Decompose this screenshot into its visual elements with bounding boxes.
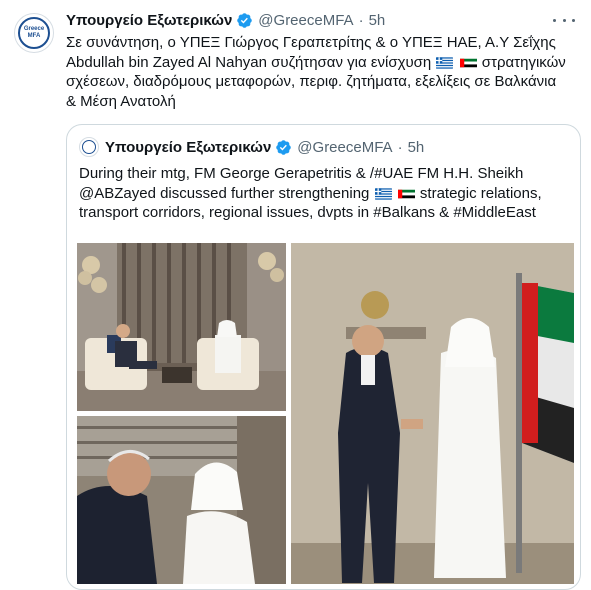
quoted-tweet-card[interactable]: Υπουργείο Εξωτερικών @GreeceMFA · 5h Dur… <box>66 124 581 590</box>
tweet-time[interactable]: 5h <box>369 12 386 29</box>
greece-flag-icon <box>436 56 454 69</box>
author-name[interactable]: Υπουργείο Εξωτερικών <box>66 12 232 29</box>
quoted-tweet-text: During their mtg, FM George Gerapetritis… <box>79 164 574 223</box>
more-dot <box>553 18 556 22</box>
conversation-photo[interactable] <box>77 416 286 584</box>
quoted-author-avatar[interactable] <box>79 137 99 157</box>
tweet-text: Σε συνάντηση, ο ΥΠΕΞ Γιώργος Γεραπετρίτη… <box>66 33 566 111</box>
avatar-text-2: MFA <box>27 33 41 39</box>
quoted-author-name[interactable]: Υπουργείο Εξωτερικών <box>105 139 271 156</box>
more-dot <box>572 18 575 22</box>
separator-dot: · <box>358 11 364 29</box>
quoted-tweet-time: 5h <box>407 138 425 156</box>
quoted-author-handle: @GreeceMFA <box>297 138 393 156</box>
verified-badge-icon[interactable] <box>236 12 253 29</box>
tweet-header: Υπουργείο Εξωτερικών @GreeceMFA · 5h <box>66 9 385 31</box>
verified-badge-icon <box>276 139 292 155</box>
author-avatar[interactable]: Greece MFA <box>14 13 54 53</box>
uae-flag-icon <box>459 58 477 67</box>
greece-flag-icon <box>374 187 392 200</box>
more-options-icon[interactable] <box>553 12 575 28</box>
meeting-seated-photo[interactable] <box>77 243 286 411</box>
author-handle[interactable]: @GreeceMFA <box>258 12 353 29</box>
quoted-tweet-header: Υπουργείο Εξωτερικών @GreeceMFA · 5h <box>105 137 424 157</box>
handshake-photo[interactable] <box>291 243 574 584</box>
quoted-avatar-ring <box>82 140 96 154</box>
avatar-text-1: Greece <box>23 26 45 32</box>
separator-dot: · <box>397 138 403 156</box>
more-dot <box>562 18 566 22</box>
uae-flag-icon <box>397 189 415 198</box>
